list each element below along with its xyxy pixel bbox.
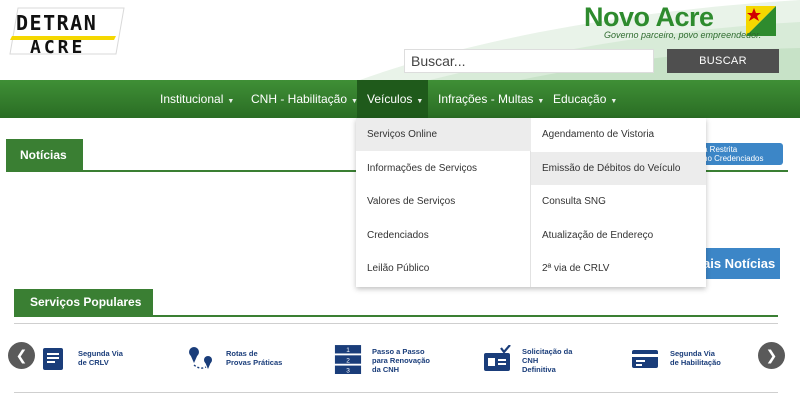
restrita-line2: ho Credenciados [703, 154, 764, 163]
chevron-right-icon: ❯ [765, 347, 778, 363]
menu-item-credenciados[interactable]: Credenciados [356, 219, 531, 252]
nav-item-label: Institucional [160, 92, 224, 106]
novo-acre-logo: Novo Acre Governo parceiro, povo empreen… [584, 2, 784, 42]
step-number: 1 [346, 347, 350, 354]
svg-text:ACRE: ACRE [30, 37, 85, 56]
dropdown-column-right: Agendamento de Vistoria Emissão de Débit… [531, 118, 706, 287]
steps-icon: 1 2 3 [334, 345, 362, 375]
chevron-down-icon: ▼ [610, 98, 618, 105]
search-button[interactable]: BUSCAR [667, 49, 779, 73]
license-card-icon [632, 350, 658, 368]
service-solicitacao-cnh-definitiva[interactable]: Solicitação da CNH Definitiva [482, 340, 572, 380]
main-nav: Institucional ▼ CNH - Habilitação ▼ Veícul… [0, 80, 800, 118]
service-rotas-provas[interactable]: Rotas de Provas Práticas [186, 338, 282, 378]
service-label: Passo a Passo para Renovação da CNH [372, 346, 430, 374]
nav-item-label: Educação [553, 92, 607, 106]
menu-item-leilao-publico[interactable]: Leilão Público [356, 252, 531, 285]
step-number: 2 [346, 357, 350, 364]
service-label: Solicitação da CNH Definitiva [522, 346, 573, 374]
nav-item-label: Infrações - Multas [438, 92, 534, 106]
menu-item-emissao-debitos[interactable]: Emissão de Débitos do Veículo [531, 152, 706, 185]
menu-item-segunda-via-crlv[interactable]: 2ª via de CRLV [531, 252, 706, 285]
route-pin-icon [189, 347, 212, 369]
header: DETRAN ACRE Novo Acre Governo parceiro, … [0, 0, 800, 80]
service-segunda-via-crlv[interactable]: Segunda Via de CRLV [38, 338, 123, 378]
nav-item-institucional[interactable]: Institucional ▼ [160, 80, 234, 118]
chevron-down-icon: ▼ [416, 98, 424, 105]
search-input[interactable] [404, 49, 654, 73]
nav-item-veiculos[interactable]: Veículos ▼ [357, 80, 428, 118]
svg-text:DETRAN: DETRAN [16, 11, 97, 35]
divider [14, 315, 778, 317]
chevron-down-icon: ▼ [227, 98, 235, 105]
novo-acre-brand: Novo Acre [584, 2, 714, 32]
menu-item-valores-servicos[interactable]: Valores de Serviços [356, 185, 531, 218]
menu-item-informacoes-servicos[interactable]: Informações de Serviços [356, 152, 531, 185]
divider [14, 323, 778, 324]
chevron-down-icon: ▼ [537, 98, 545, 105]
restrita-line1: a Restrita [703, 145, 738, 154]
detran-acre-logo[interactable]: DETRAN ACRE [8, 6, 126, 56]
step-number: 3 [346, 368, 350, 375]
nav-item-educacao[interactable]: Educação ▼ [553, 80, 617, 118]
carousel-prev-button[interactable]: ❮ [8, 342, 35, 369]
service-segunda-via-habilitacao[interactable]: Segunda Via de Habilitação [630, 338, 721, 378]
menu-item-consulta-sng[interactable]: Consulta SNG [531, 185, 706, 218]
id-card-check-icon [484, 345, 511, 371]
nav-item-label: CNH - Habilitação [251, 92, 348, 106]
noticias-heading: Notícias [6, 139, 83, 171]
menu-item-servicos-online[interactable]: Serviços Online [356, 118, 531, 151]
nav-item-cnh-habilitacao[interactable]: CNH - Habilitação ▼ [251, 80, 358, 118]
divider [14, 392, 778, 393]
novo-acre-tagline: Governo parceiro, povo empreendedor. [604, 30, 762, 40]
servicos-populares-heading: Serviços Populares [14, 289, 153, 316]
service-passo-a-passo-renovacao[interactable]: 1 2 3 Passo a Passo para Renovação da CNH [334, 340, 430, 380]
menu-item-atualizacao-endereco[interactable]: Atualização de Endereço [531, 219, 706, 252]
veiculos-dropdown-menu: Serviços Online Informações de Serviços … [356, 118, 706, 287]
service-label: Segunda Via de CRLV [78, 349, 123, 367]
carousel-next-button[interactable]: ❯ [758, 342, 785, 369]
service-label: Rotas de Provas Práticas [226, 349, 283, 367]
chevron-left-icon: ❮ [15, 347, 28, 363]
page: DETRAN ACRE Novo Acre Governo parceiro, … [0, 0, 800, 401]
nav-item-label: Veículos [367, 92, 413, 106]
nav-item-infracoes-multas[interactable]: Infrações - Multas ▼ [438, 80, 544, 118]
document-icon [43, 348, 63, 370]
dropdown-column-left: Serviços Online Informações de Serviços … [356, 118, 531, 287]
service-label: Segunda Via de Habilitação [670, 349, 721, 367]
menu-item-agendamento-vistoria[interactable]: Agendamento de Vistoria [531, 118, 706, 151]
